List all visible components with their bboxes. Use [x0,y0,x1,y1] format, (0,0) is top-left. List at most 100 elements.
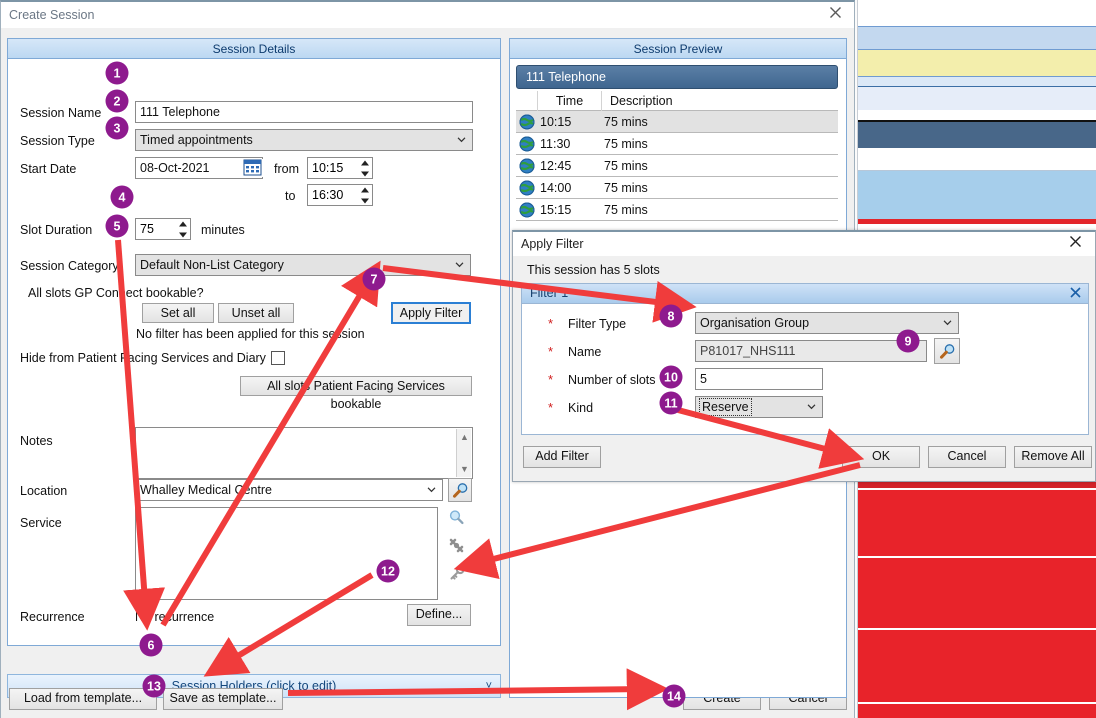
dialog-cancel-button[interactable]: Cancel [928,446,1006,468]
apply-filter-title-bar: Apply Filter [513,232,1095,256]
preview-table-header: Time Description [516,91,838,111]
save-as-template-button[interactable]: Save as template... [163,688,283,710]
apply-filter-title: Apply Filter [521,237,584,251]
preview-row-time: 10:15 [540,115,572,129]
chevron-down-icon [807,402,816,411]
chevron-down-icon [457,135,466,144]
session-name-label: Session Name [20,106,102,120]
preview-row-time: 11:30 [540,137,571,151]
preview-row[interactable]: 11:30 75 mins [516,133,838,155]
define-recurrence-button[interactable]: Define... [407,604,471,626]
notes-textarea[interactable]: ▲ ▼ [135,427,473,479]
preview-row-time: 14:00 [540,181,572,195]
notes-scrollbar[interactable]: ▲ ▼ [456,429,471,477]
diary-strip [846,148,1096,170]
name-input[interactable]: P81017_NHS111 [695,340,927,362]
session-details-panel: Session Details Session Name 111 Telepho… [7,38,501,646]
chevron-down-icon [943,318,952,327]
remove-all-button[interactable]: Remove All [1014,446,1092,468]
number-of-slots-input[interactable]: 5 [695,368,823,390]
slot-duration-spinner-buttons[interactable] [176,220,189,238]
spinner-down-icon[interactable] [358,168,371,177]
preview-row-description: 75 mins [604,159,648,173]
preview-row[interactable]: 10:15 75 mins [516,111,838,133]
hide-from-pfs-checkbox[interactable] [271,351,285,365]
to-time-stepper[interactable]: 16:30 [307,184,373,206]
filter-type-select[interactable]: Organisation Group [695,312,959,334]
service-list[interactable] [135,507,438,600]
name-search-button[interactable] [934,338,960,364]
location-search-button[interactable] [448,478,472,502]
preview-row[interactable]: 15:15 75 mins [516,199,838,221]
apply-filter-subtitle: This session has 5 slots [527,263,660,277]
close-icon[interactable] [1065,235,1085,253]
preview-row[interactable]: 14:00 75 mins [516,177,838,199]
scroll-down-icon[interactable]: ▼ [457,462,472,476]
globe-icon [519,114,535,130]
slot-duration-stepper[interactable]: 75 [135,218,191,240]
session-category-label: Session Category [20,259,119,273]
filter-1-header: Filter 1 [522,284,1088,304]
preview-col-description: Description [610,94,673,108]
kind-label: Kind [568,401,594,415]
all-slots-pfs-bookable-button[interactable]: All slots Patient Facing Services bookab… [240,376,472,411]
no-filter-text: No filter has been applied for this sess… [136,327,365,341]
preview-row[interactable]: 12:45 75 mins [516,155,838,177]
spinner-up-icon[interactable] [358,186,371,195]
preview-row-time: 15:15 [540,203,572,217]
calendar-icon[interactable] [243,159,263,177]
to-time-spinner-buttons[interactable] [358,186,371,204]
session-type-select[interactable]: Timed appointments [135,129,473,151]
filter-type-label: Filter Type [568,317,627,331]
number-of-slots-label: Number of slots [568,373,656,387]
kind-select[interactable]: Reserve [695,396,823,418]
globe-icon [519,136,535,152]
start-date-label: Start Date [20,162,77,176]
window-title-bar: Create Session [1,2,854,28]
chevron-down-icon [455,260,464,269]
location-select[interactable]: Whalley Medical Centre [135,479,443,501]
required-asterisk: * [548,344,554,359]
chevron-down-icon [427,485,436,494]
close-icon[interactable] [824,6,846,24]
service-search-icon[interactable] [448,509,465,529]
apply-filter-button[interactable]: Apply Filter [391,302,471,324]
diary-strip [846,110,1096,120]
globe-icon [519,180,535,196]
kind-value: Reserve [699,398,752,416]
session-preview-header: Session Preview [510,39,846,59]
from-time-spinner-buttons[interactable] [358,159,371,177]
spinner-down-icon[interactable] [176,229,189,238]
key-icon[interactable] [448,565,465,585]
preview-col-time: Time [538,91,602,111]
preview-row-description: 75 mins [604,137,648,151]
service-label: Service [20,516,62,530]
from-time-stepper[interactable]: 10:15 [307,157,373,179]
load-from-template-button[interactable]: Load from template... [9,688,157,710]
diary-strip [846,122,1096,148]
unset-all-button[interactable]: Unset all [218,303,294,323]
recurrence-label: Recurrence [20,610,85,624]
preview-row-time: 12:45 [540,159,572,173]
close-icon[interactable] [1070,284,1081,303]
set-all-button[interactable]: Set all [142,303,214,323]
wrench-icon[interactable] [448,537,465,557]
session-category-select[interactable]: Default Non-List Category [135,254,471,276]
diary-strip [846,630,1096,702]
from-label: from [274,162,299,176]
add-filter-button[interactable]: Add Filter [523,446,601,468]
spinner-down-icon[interactable] [358,195,371,204]
filter-1-title: Filter 1 [530,286,569,300]
name-label: Name [568,345,602,359]
preview-row-description: 75 mins [604,203,648,217]
diary-strip [846,77,1096,86]
session-name-input[interactable]: 111 Telephone [135,101,473,123]
spinner-up-icon[interactable] [358,159,371,168]
notes-label: Notes [20,434,53,448]
spinner-up-icon[interactable] [176,220,189,229]
preview-col-icon [516,91,538,111]
diary-strip [846,558,1096,628]
scroll-up-icon[interactable]: ▲ [457,430,472,444]
ok-button[interactable]: OK [842,446,920,468]
chevron-down-icon[interactable]: ˅ [486,675,492,697]
